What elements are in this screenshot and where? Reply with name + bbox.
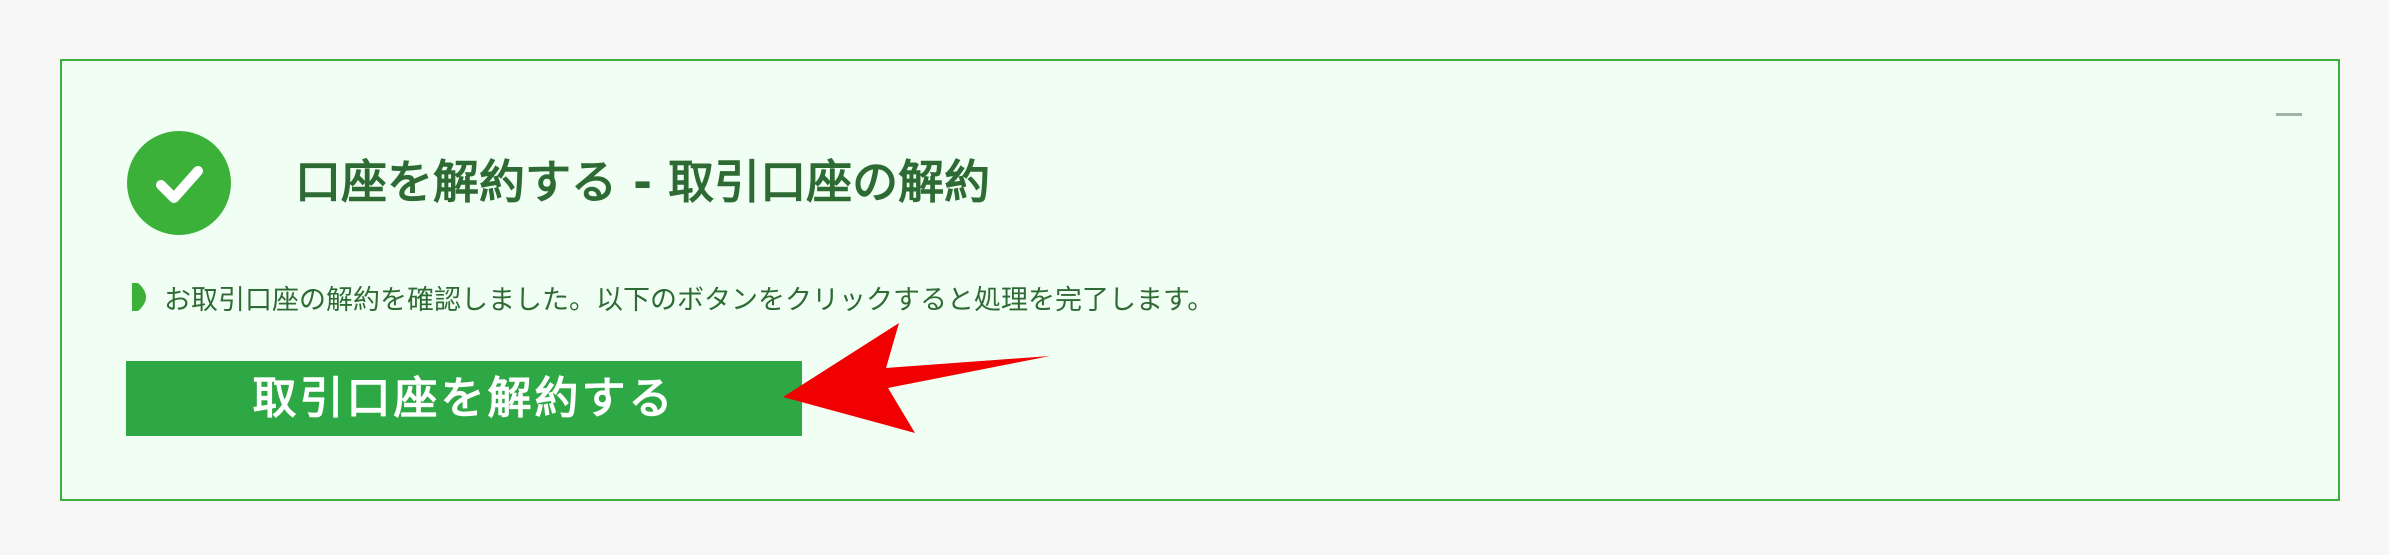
close-account-button[interactable]: 取引口座を解約する — [126, 361, 802, 436]
checkmark-icon — [127, 131, 231, 235]
notice-text: お取引口座の解約を確認しました。以下のボタンをクリックすると処理を完了します。 — [164, 284, 1215, 316]
notice-row: お取引口座の解約を確認しました。以下のボタンをクリックすると処理を完了します。 — [132, 277, 1214, 317]
minimize-icon[interactable] — [2276, 113, 2302, 116]
confirmation-panel: 口座を解約する - 取引口座の解約 お取引口座の解約を確認しました。以下のボタン… — [60, 59, 2340, 501]
bullet-marker-icon — [132, 283, 146, 311]
page-title: 口座を解約する - 取引口座の解約 — [295, 155, 991, 209]
